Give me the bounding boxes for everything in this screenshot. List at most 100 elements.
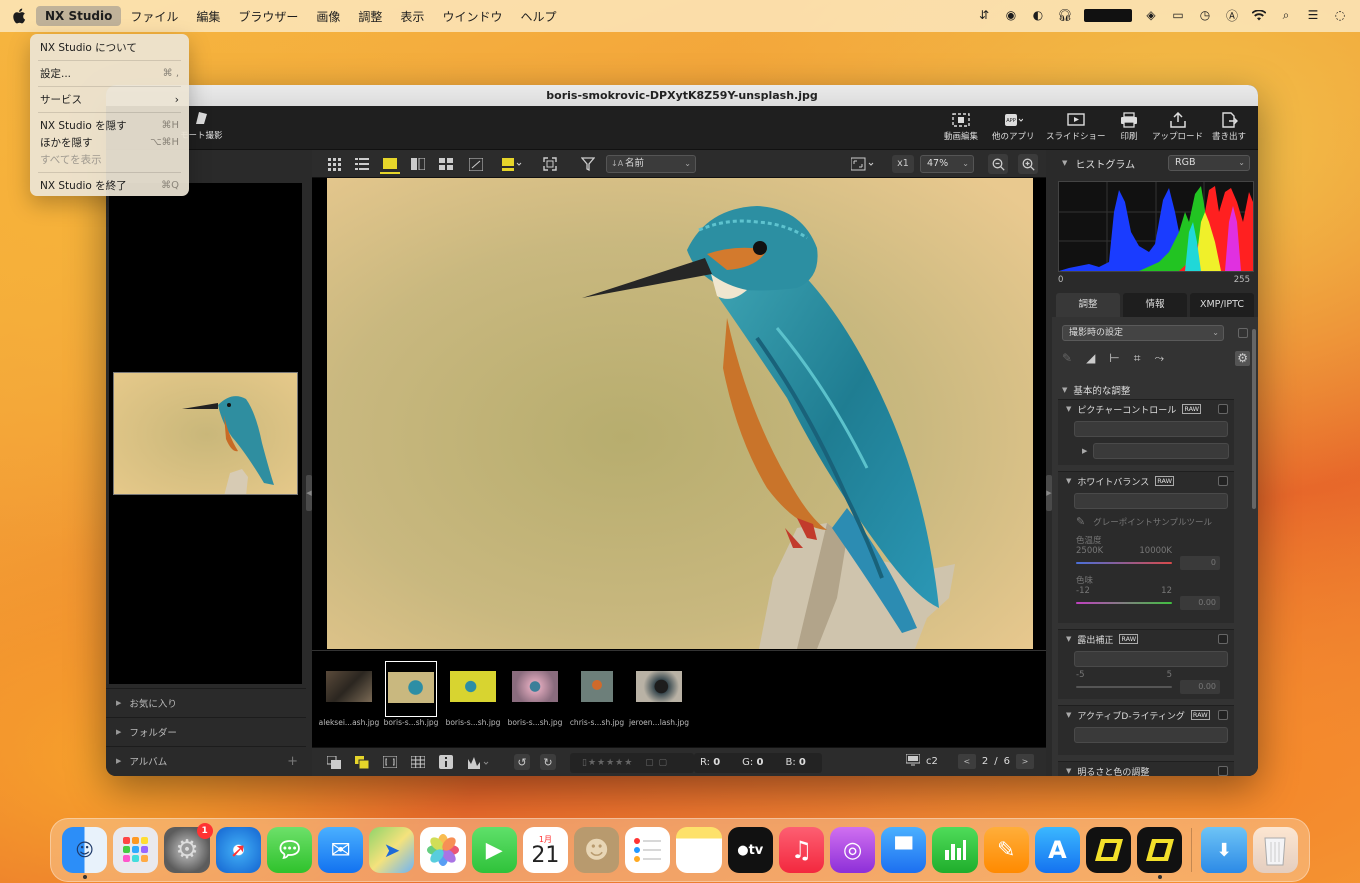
crop-icon[interactable]: ⌗ xyxy=(1134,351,1141,366)
filter-icon[interactable] xyxy=(578,154,598,174)
contacts-icon[interactable]: ☻ xyxy=(574,827,620,873)
system-settings-icon[interactable]: ⚙ 1 xyxy=(164,823,213,873)
colorsync-icon[interactable]: ◉ xyxy=(1003,7,1019,23)
navigator-thumbnail[interactable] xyxy=(113,372,298,495)
downloads-folder-icon[interactable]: ⬇ xyxy=(1201,827,1247,873)
histogram-header[interactable]: ▼ ヒストグラム RGB ⌄ xyxy=(1052,150,1258,176)
brightness-color-checkbox[interactable] xyxy=(1218,766,1228,776)
siri-icon[interactable]: ◌ xyxy=(1332,7,1348,23)
grid-view-icon[interactable] xyxy=(324,154,344,174)
slideshow-button[interactable]: スライドショー xyxy=(1046,110,1106,142)
zoom-in-icon[interactable] xyxy=(1018,154,1038,174)
compare-four-icon[interactable] xyxy=(436,154,456,174)
next-image-button[interactable]: > xyxy=(1016,754,1034,769)
launchpad-icon[interactable] xyxy=(113,827,159,873)
menu-services[interactable]: サービス › xyxy=(30,91,189,108)
monitor-icon[interactable] xyxy=(905,753,921,769)
picture-control-header[interactable]: ▼ ピクチャーコントロール RAW xyxy=(1058,400,1234,418)
info-icon[interactable] xyxy=(438,754,454,770)
zoom-level-select[interactable]: 47% ⌄ xyxy=(920,155,974,173)
display-icon[interactable]: ▭ xyxy=(1170,7,1186,23)
stack-icon[interactable] xyxy=(326,754,342,770)
menu-browser[interactable]: ブラウザー xyxy=(229,5,307,28)
menu-adjust[interactable]: 調整 xyxy=(349,5,391,28)
fullscreen-icon[interactable] xyxy=(848,154,878,174)
fit-screen-icon[interactable] xyxy=(540,154,560,174)
filmstrip-item[interactable]: chris-s...sh.jpg xyxy=(568,661,626,727)
menu-hide-others[interactable]: ほかを隠す ⌥⌘H xyxy=(30,134,189,151)
rating-control[interactable]: ▯★★★★★ ▢ ▢ xyxy=(570,753,694,773)
tab-adjust[interactable]: 調整 xyxy=(1056,293,1120,317)
wifi-icon[interactable] xyxy=(1251,7,1267,23)
white-balance-header[interactable]: ▼ ホワイトバランス RAW xyxy=(1058,472,1234,490)
grid-overlay-icon[interactable] xyxy=(410,754,426,770)
before-after-icon[interactable] xyxy=(466,154,486,174)
straighten-icon[interactable]: ⊢ xyxy=(1109,351,1119,366)
histogram-channel-select[interactable]: RGB ⌄ xyxy=(1168,155,1250,171)
rotate-left-icon[interactable]: ↺ xyxy=(514,754,530,770)
apple-tv-icon[interactable]: ● tv xyxy=(727,827,773,873)
safari-icon[interactable]: ➚ xyxy=(215,827,261,873)
facetime-icon[interactable]: ▶ xyxy=(471,827,517,873)
tab-xmp-iptc[interactable]: XMP/IPTC xyxy=(1190,293,1254,317)
control-center-icon[interactable]: ☰ xyxy=(1305,7,1321,23)
basic-adjust-section[interactable]: ▼ 基本的な調整 xyxy=(1062,383,1130,397)
maps-icon[interactable]: ➤ xyxy=(369,827,415,873)
star-rating-icon[interactable]: ▯★★★★★ xyxy=(582,758,633,768)
active-d-lighting-header[interactable]: ▼ アクティブD-ライティング RAW xyxy=(1058,706,1234,724)
headphones-icon[interactable]: 🎧︎ xyxy=(1057,7,1073,23)
export-button[interactable]: 書き出す xyxy=(1212,110,1246,142)
nx-studio-dock-icon[interactable] xyxy=(1086,827,1132,873)
menu-app-name[interactable]: NX Studio xyxy=(36,6,122,26)
menu-edit[interactable]: 編集 xyxy=(187,5,229,28)
albums-section[interactable]: ▶ アルバム + xyxy=(106,746,306,775)
eyedropper-icon[interactable]: ✎ xyxy=(1062,351,1072,366)
rotate-right-icon[interactable]: ↻ xyxy=(540,754,556,770)
zoom-1x-button[interactable]: x1 xyxy=(892,155,914,173)
notes-icon[interactable] xyxy=(676,827,722,873)
finder-icon[interactable]: ☺ xyxy=(62,827,108,879)
histogram-overlay-icon[interactable] xyxy=(466,754,492,770)
photos-icon[interactable] xyxy=(420,827,466,873)
add-album-icon[interactable]: + xyxy=(287,754,298,769)
panel-scrollbar[interactable] xyxy=(1252,329,1256,509)
picture-control-checkbox[interactable] xyxy=(1218,404,1228,414)
exposure-header[interactable]: ▼ 露出補正 RAW xyxy=(1058,630,1234,648)
filmstrip-item[interactable]: boris-s...sh.jpg xyxy=(506,661,564,727)
input-source-icon[interactable]: Ⓐ xyxy=(1224,7,1240,23)
podcasts-icon[interactable]: ◎ xyxy=(830,827,876,873)
trash-icon[interactable] xyxy=(1252,827,1298,873)
pages-icon[interactable]: ✎ xyxy=(983,827,1029,873)
previous-image-button[interactable]: < xyxy=(957,754,976,769)
label-stack-icon[interactable] xyxy=(354,754,370,770)
retouch-brush-icon[interactable]: ◢ xyxy=(1086,351,1095,366)
exposure-checkbox[interactable] xyxy=(1218,634,1228,644)
menu-help[interactable]: ヘルプ xyxy=(511,5,565,28)
tab-info[interactable]: 情報 xyxy=(1123,293,1187,317)
menu-quit[interactable]: NX Studio を終了 ⌘Q xyxy=(30,177,189,194)
distortion-icon[interactable]: ⤳ xyxy=(1155,351,1165,366)
redacted-status-item[interactable] xyxy=(1084,8,1132,22)
keynote-icon[interactable]: ▀ xyxy=(881,827,927,873)
preset-checkbox[interactable] xyxy=(1238,328,1248,338)
app-store-icon[interactable]: A xyxy=(1034,827,1081,873)
nx-studio-running-icon[interactable] xyxy=(1137,827,1183,879)
zoom-out-icon[interactable] xyxy=(988,154,1008,174)
apple-icon[interactable] xyxy=(12,8,26,24)
mail-icon[interactable]: ✉ xyxy=(318,827,364,873)
menu-hide[interactable]: NX Studio を隠す ⌘H xyxy=(30,117,189,134)
active-d-lighting-checkbox[interactable] xyxy=(1218,710,1228,720)
label-color-icon[interactable]: ▢ ▢ xyxy=(645,758,668,768)
layers-icon[interactable]: ◈ xyxy=(1143,7,1159,23)
main-preview-image[interactable] xyxy=(327,178,1033,649)
single-view-icon[interactable] xyxy=(380,154,400,174)
menu-image[interactable]: 画像 xyxy=(307,5,349,28)
filmstrip-item[interactable]: aleksei...ash.jpg xyxy=(319,661,379,727)
calendar-icon[interactable]: 1月 21 xyxy=(522,827,569,873)
messages-icon[interactable]: 💬︎ xyxy=(266,827,313,873)
print-button[interactable]: 印刷 xyxy=(1118,110,1140,142)
display-mode-icon[interactable] xyxy=(502,154,522,174)
menu-view[interactable]: 表示 xyxy=(391,5,433,28)
filmstrip-item[interactable]: jeroen...lash.jpg xyxy=(629,661,689,727)
compare-two-icon[interactable] xyxy=(408,154,428,174)
